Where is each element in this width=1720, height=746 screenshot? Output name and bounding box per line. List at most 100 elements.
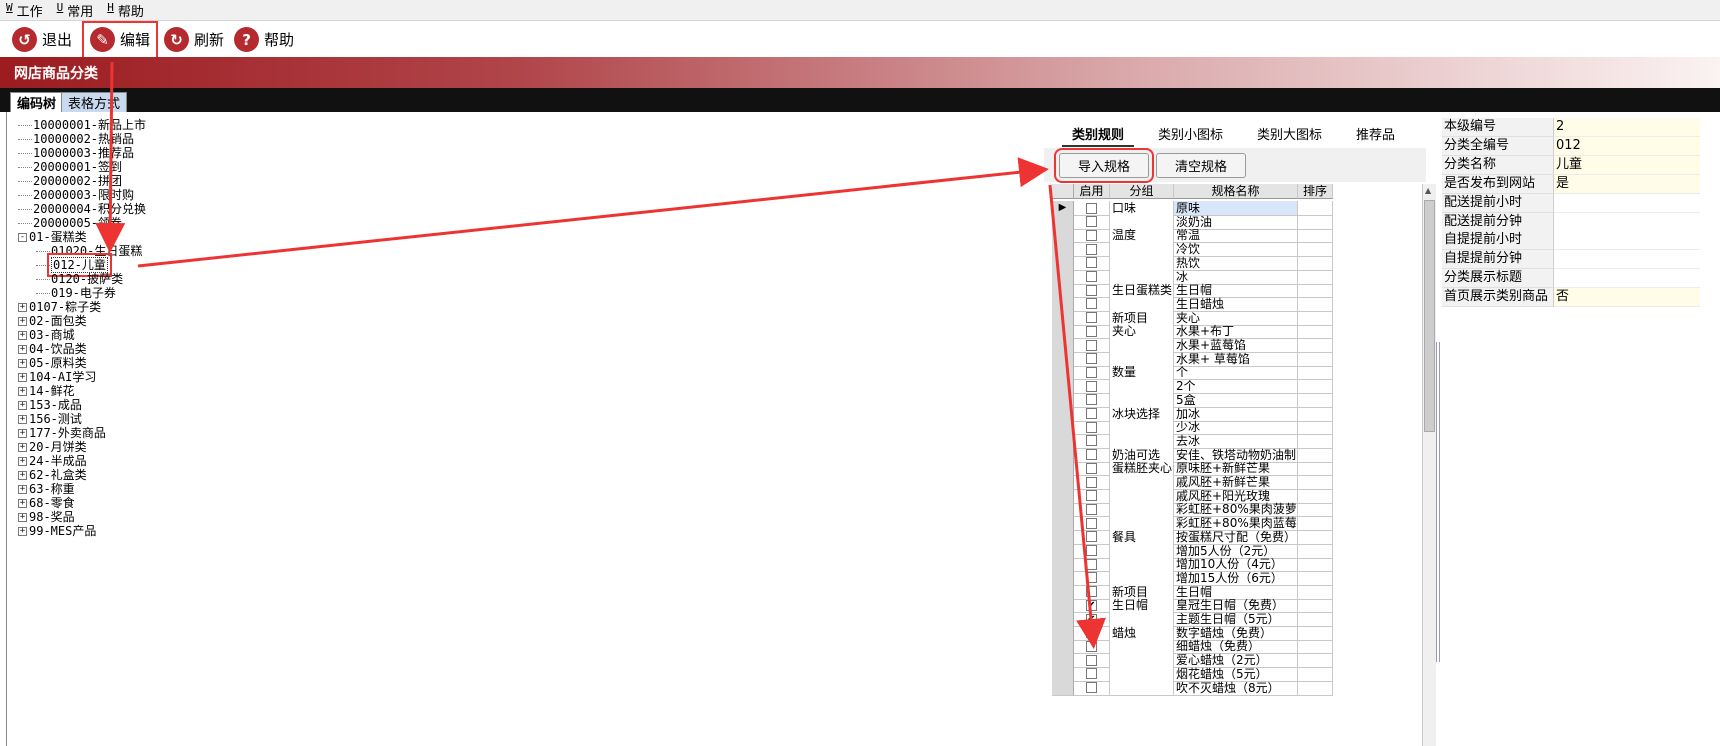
spec-grid-scrollbar[interactable]: ▲ <box>1422 184 1436 746</box>
enable-checkbox[interactable] <box>1086 202 1097 214</box>
enable-checkbox[interactable] <box>1086 394 1097 406</box>
enable-checkbox-checked[interactable]: ✔ <box>1086 599 1097 611</box>
menu-work[interactable]: W 工作 <box>6 1 43 20</box>
expand-icon[interactable]: + <box>18 498 27 508</box>
enable-checkbox[interactable] <box>1086 462 1097 474</box>
tree-node[interactable]: 10000001-新品上市 <box>18 118 146 132</box>
enable-checkbox[interactable] <box>1086 435 1097 447</box>
enable-checkbox[interactable] <box>1086 654 1097 666</box>
property-value[interactable]: 012 <box>1554 136 1700 156</box>
expand-icon[interactable]: + <box>18 344 27 354</box>
enable-checkbox[interactable] <box>1086 682 1097 693</box>
tab-recommended[interactable]: 推荐品 <box>1346 122 1405 147</box>
enable-checkbox[interactable] <box>1086 627 1097 639</box>
tab-code-tree[interactable]: 编码树 <box>10 92 64 112</box>
tree-node[interactable]: +0107-粽子类 <box>18 300 101 314</box>
tree-node[interactable]: +99-MES产品 <box>18 524 96 538</box>
enable-checkbox[interactable] <box>1086 586 1097 598</box>
property-value[interactable] <box>1554 231 1700 251</box>
tree-node[interactable]: +153-成品 <box>18 398 82 412</box>
enable-checkbox[interactable] <box>1086 545 1097 556</box>
collapse-icon[interactable]: - <box>18 232 27 242</box>
tab-small-icon[interactable]: 类别小图标 <box>1148 122 1233 147</box>
tree-node[interactable]: +02-面包类 <box>18 314 87 328</box>
expand-icon[interactable]: + <box>18 330 27 340</box>
enable-checkbox[interactable] <box>1086 503 1097 515</box>
edit-button[interactable]: ✎ 编辑 <box>82 20 159 59</box>
tree-node[interactable]: +62-礼盒类 <box>18 468 87 482</box>
expand-icon[interactable]: + <box>18 372 27 382</box>
spec-name-cell[interactable]: 吹不灭蜡烛（8元） <box>1174 680 1298 696</box>
enable-checkbox[interactable] <box>1086 284 1097 296</box>
import-spec-button[interactable]: 导入规格 <box>1054 148 1154 183</box>
enable-checkbox[interactable] <box>1086 257 1097 269</box>
enable-checkbox[interactable] <box>1086 298 1097 310</box>
tree-node[interactable]: +05-原料类 <box>18 356 87 370</box>
expand-icon[interactable]: + <box>18 470 27 480</box>
tree-node[interactable]: +03-商城 <box>18 328 75 342</box>
tree-node[interactable]: 10000002-热销品 <box>18 132 134 146</box>
refresh-button[interactable]: ↻ 刷新 <box>164 25 224 55</box>
exit-button[interactable]: ↺ 退出 <box>12 25 72 55</box>
grid-header-enabled[interactable]: 启用 <box>1074 184 1110 199</box>
tree-node[interactable]: 20000005-领券 <box>18 216 122 230</box>
enable-checkbox[interactable] <box>1086 229 1097 241</box>
expand-icon[interactable]: + <box>18 512 27 522</box>
panel-splitter[interactable] <box>1436 342 1440 662</box>
tree-node[interactable]: +68-零食 <box>18 496 75 510</box>
tree-node-selected[interactable]: 012-儿童 <box>36 253 112 277</box>
enable-checkbox[interactable] <box>1086 216 1097 228</box>
expand-icon[interactable]: + <box>18 386 27 396</box>
property-value[interactable] <box>1554 212 1700 232</box>
expand-icon[interactable]: + <box>18 456 27 466</box>
menu-help[interactable]: H 帮助 <box>107 1 144 20</box>
enable-checkbox-checked[interactable]: ✔ <box>1086 613 1097 625</box>
tree-node[interactable]: +156-测试 <box>18 412 82 426</box>
tree-node[interactable]: -01-蛋糕类 <box>18 230 87 244</box>
enable-checkbox[interactable] <box>1086 271 1097 282</box>
tree-node[interactable]: 019-电子券 <box>36 286 116 300</box>
tree-node[interactable]: +14-鲜花 <box>18 384 75 398</box>
enable-checkbox[interactable] <box>1086 243 1097 255</box>
tree-node[interactable]: 10000003-推荐品 <box>18 146 134 160</box>
tree-node[interactable]: 20000004-积分兑换 <box>18 202 146 216</box>
tree-node[interactable]: +63-称重 <box>18 482 75 496</box>
tree-node[interactable]: +98-奖品 <box>18 510 75 524</box>
enable-checkbox[interactable] <box>1086 572 1097 584</box>
property-value[interactable]: 2 <box>1554 118 1700 137</box>
enable-checkbox[interactable] <box>1086 531 1097 543</box>
enable-checkbox[interactable] <box>1086 353 1097 365</box>
expand-icon[interactable]: + <box>18 400 27 410</box>
spec-row[interactable]: 吹不灭蜡烛（8元） <box>1052 680 1436 696</box>
tree-node[interactable]: 20000003-限时购 <box>18 188 134 202</box>
menu-common[interactable]: U 常用 <box>57 1 94 20</box>
tab-table-mode[interactable]: 表格方式 <box>61 92 128 112</box>
enable-checkbox[interactable] <box>1086 517 1097 529</box>
tree-node[interactable]: 01020-生日蛋糕 <box>36 244 142 258</box>
tree-node[interactable]: +24-半成品 <box>18 454 87 468</box>
property-value[interactable]: 否 <box>1554 288 1700 308</box>
expand-icon[interactable]: + <box>18 526 27 536</box>
expand-icon[interactable]: + <box>18 302 27 312</box>
enable-checkbox[interactable] <box>1086 640 1097 652</box>
enable-checkbox[interactable] <box>1086 558 1097 570</box>
enable-checkbox[interactable] <box>1086 668 1097 680</box>
help-button[interactable]: ? 帮助 <box>234 25 294 55</box>
property-value[interactable] <box>1554 193 1700 213</box>
property-value[interactable] <box>1554 250 1700 270</box>
tree-node[interactable]: +104-AI学习 <box>18 370 96 384</box>
tree-node[interactable]: +177-外卖商品 <box>18 426 106 440</box>
enable-checkbox[interactable] <box>1086 421 1097 433</box>
enable-checkbox[interactable] <box>1086 325 1097 337</box>
tree-node[interactable]: 0120-披萨类 <box>36 272 123 286</box>
tree-node[interactable]: +04-饮品类 <box>18 342 87 356</box>
row-indicator[interactable] <box>1052 680 1074 696</box>
grid-header-spec-name[interactable]: 规格名称 <box>1174 184 1298 199</box>
order-cell[interactable] <box>1298 680 1333 696</box>
group-cell[interactable] <box>1110 680 1174 696</box>
property-value[interactable]: 是 <box>1554 174 1700 194</box>
enable-checkbox[interactable] <box>1086 449 1097 461</box>
scroll-thumb[interactable] <box>1424 200 1435 432</box>
tab-category-rules[interactable]: 类别规则 <box>1062 122 1135 147</box>
expand-icon[interactable]: + <box>18 316 27 326</box>
